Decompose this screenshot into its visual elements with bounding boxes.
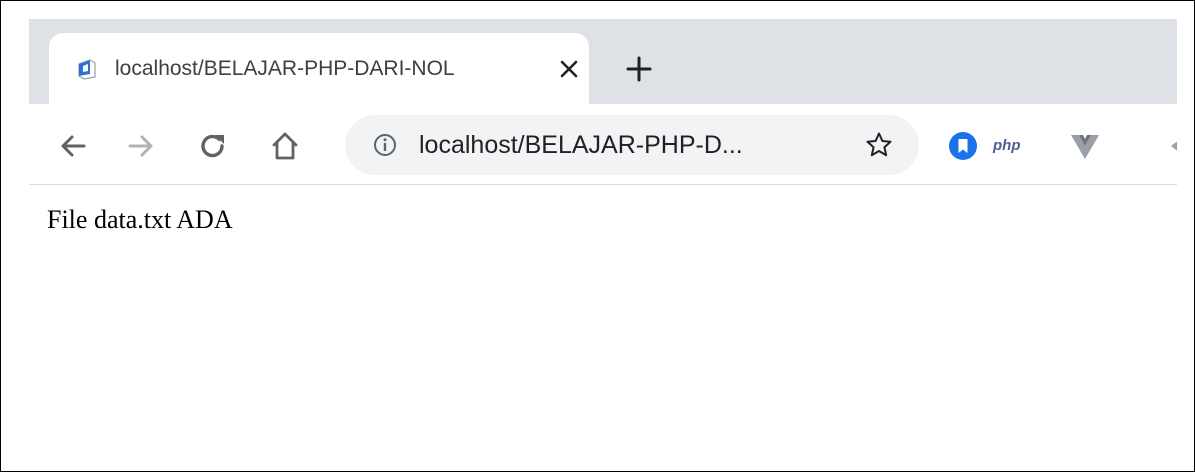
arrow-left-icon[interactable] [57,130,89,162]
info-icon[interactable] [373,133,397,157]
screenshot-frame: localhost/BELAJAR-PHP-DARI-NOL localhost… [0,0,1195,472]
address-bar[interactable]: localhost/BELAJAR-PHP-D... [345,115,919,175]
tab-active[interactable]: localhost/BELAJAR-PHP-DARI-NOL [49,33,589,105]
arrow-right-icon[interactable] [125,130,157,162]
extension-icon[interactable] [1149,130,1177,162]
page-text: File data.txt ADA [47,205,233,234]
bookmark-extension-icon[interactable] [947,130,979,162]
tab-strip: localhost/BELAJAR-PHP-DARI-NOL [29,19,1177,105]
close-icon[interactable] [557,57,581,81]
reload-icon[interactable] [197,130,229,162]
star-icon[interactable] [865,131,893,159]
php-extension-icon[interactable]: php [993,134,1021,158]
tab-title: localhost/BELAJAR-PHP-DARI-NOL [115,57,455,80]
page-favicon-icon [75,57,99,81]
home-icon[interactable] [269,130,301,162]
browser-window: localhost/BELAJAR-PHP-DARI-NOL localhost… [29,19,1177,185]
url-text[interactable]: localhost/BELAJAR-PHP-D... [419,127,839,163]
toolbar: localhost/BELAJAR-PHP-D... php [29,104,1177,185]
vue-devtools-icon[interactable] [1069,130,1101,162]
plus-icon[interactable] [625,55,653,83]
